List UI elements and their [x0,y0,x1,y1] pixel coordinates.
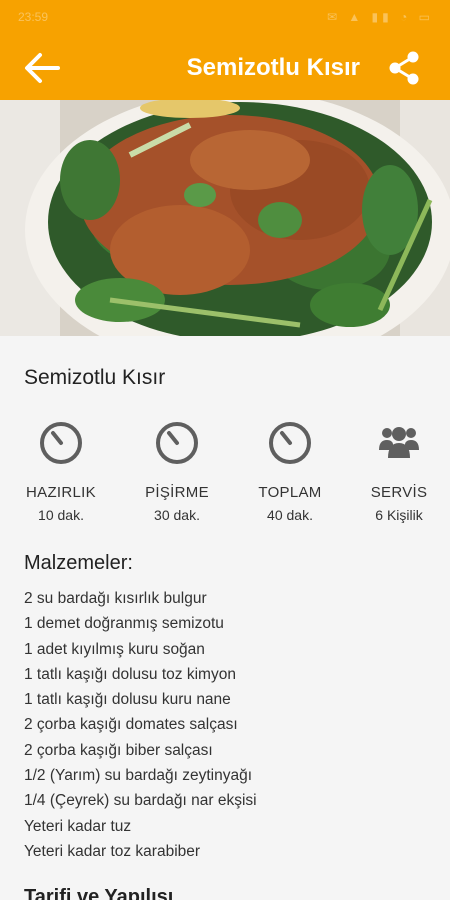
ingredient-item: 1 tatlı kaşığı dolusu toz kimyon [24,665,236,683]
instructions-heading: Tarifi ve Yapılışı [24,886,174,900]
status-icons: ✉ ▲ ▮▮ ◔ ▭ [326,10,434,24]
ingredient-item: 2 çorba kaşığı domates salçası [24,716,238,734]
status-time: 23:59 [18,10,49,24]
stat-prep: HAZIRLIK 10 dak. [5,420,117,523]
ingredients-list: 2 su bardağı kısırlık bulgur 1 demet doğ… [24,586,257,864]
stat-label: HAZIRLIK [26,484,96,501]
ingredient-item: 2 su bardağı kısırlık bulgur [24,590,207,607]
ingredient-item: Yeteri kadar toz karabiber [24,842,201,860]
stat-value: 30 dak. [154,507,200,523]
ingredient-item: 1 adet kıyılmış kuru soğan [24,640,205,658]
status-bar: 23:59 ✉ ▲ ▮▮ ◔ ▭ [0,0,450,34]
recipe-hero-image [0,100,450,336]
ingredient-item: 1 tatlı kaşığı dolusu kuru nane [24,691,231,709]
recipe-stats: HAZIRLIK 10 dak. PİŞİRME 30 dak. TOPLAM … [0,420,450,530]
recipe-title: Semizotlu Kısır [24,366,166,389]
stat-label: TOPLAM [258,484,322,501]
stat-servings: SERVİS 6 Kişilik [343,420,450,523]
stat-value: 40 dak. [267,507,313,523]
ingredient-item: 1/4 (Çeyrek) su bardağı nar ekşisi [24,792,257,810]
app-bar: Semizotlu Kısır [0,34,450,100]
stat-cook: PİŞİRME 30 dak. [121,420,233,523]
people-icon [379,427,419,458]
timer-icon [40,422,82,464]
ingredient-item: 1 demet doğranmış semizotu [24,615,224,633]
stat-value: 10 dak. [38,507,84,523]
ingredient-item: 2 çorba kaşığı biber salçası [24,741,213,759]
ingredient-item: 1/2 (Yarım) su bardağı zeytinyağı [24,767,253,785]
arrow-left-icon[interactable] [22,50,62,86]
ingredient-item: Yeteri kadar tuz [24,817,132,835]
stat-label: PİŞİRME [145,484,209,501]
share-icon[interactable] [386,50,422,86]
timer-icon [269,422,311,464]
page-title: Semizotlu Kısır [186,54,360,81]
stat-value: 6 Kişilik [375,507,423,523]
timer-icon [156,422,198,464]
food-photo [0,100,450,336]
recipe-content: Semizotlu Kısır HAZIRLIK 10 dak. PİŞİRME… [0,336,450,900]
stat-label: SERVİS [370,484,428,501]
stat-total: TOPLAM 40 dak. [234,420,346,523]
ingredients-heading: Malzemeler: [24,552,133,574]
